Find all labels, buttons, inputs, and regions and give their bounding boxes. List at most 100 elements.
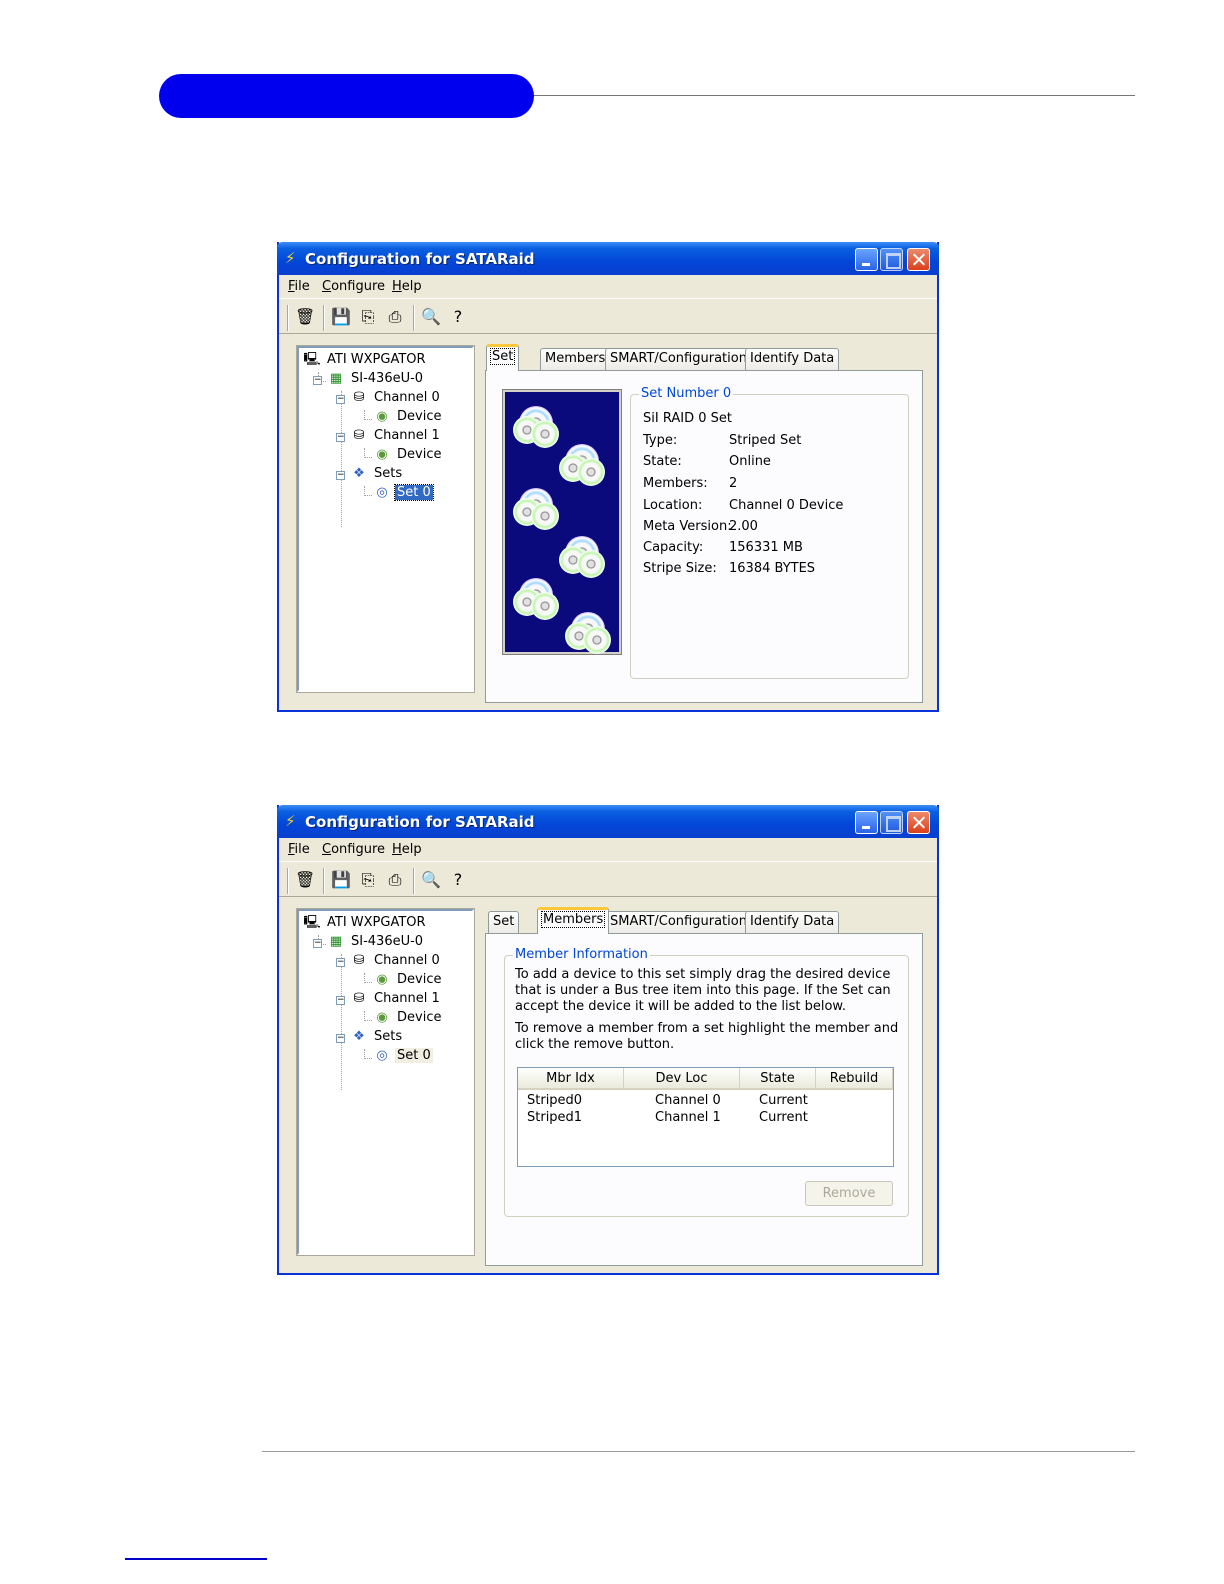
state-value: Online: [729, 454, 771, 469]
tree-item-controller[interactable]: ▦ SI-436eU-0: [327, 369, 425, 388]
section-header-rule: [534, 95, 1135, 96]
close-button[interactable]: [907, 811, 930, 834]
print-icon[interactable]: ⎙: [385, 307, 405, 327]
tab-members[interactable]: Members: [540, 348, 611, 370]
title-bar[interactable]: ⚡ Configuration for SATARaid: [277, 242, 939, 275]
copy-icon[interactable]: ⎘: [358, 307, 378, 327]
tree-item-computer[interactable]: 🖳 ATI WXPGATOR: [303, 913, 428, 932]
collapse-toggle[interactable]: −: [336, 471, 345, 480]
collapse-toggle[interactable]: −: [336, 996, 345, 1005]
minimize-button[interactable]: [855, 248, 878, 271]
table-row-1-mbr-idx[interactable]: Striped1: [527, 1110, 582, 1125]
collapse-toggle[interactable]: −: [313, 939, 322, 948]
table-row-0-mbr-idx[interactable]: Striped0: [527, 1093, 582, 1108]
rescan-icon[interactable]: 🗑: [295, 307, 315, 327]
disk-set-icon: ◎: [376, 485, 388, 500]
disk-device-icon: ◉: [376, 447, 388, 462]
menu-configure[interactable]: Configure: [322, 842, 385, 857]
tree-item-channel-0-device[interactable]: ◉ Device: [373, 970, 443, 989]
remove-button[interactable]: Remove: [805, 1181, 893, 1206]
column-mbr-idx[interactable]: Mbr Idx: [518, 1068, 624, 1090]
tab-members[interactable]: Members: [537, 907, 610, 934]
maximize-button[interactable]: [880, 811, 903, 834]
raid-disc-artwork: [502, 389, 622, 655]
member-info-title: Member Information: [513, 947, 650, 962]
footer-underline: [125, 1558, 267, 1560]
collapse-toggle[interactable]: −: [336, 958, 345, 967]
table-row-0-state[interactable]: Current: [759, 1093, 808, 1108]
help-icon[interactable]: ?: [448, 307, 468, 327]
menu-file[interactable]: File: [288, 279, 310, 294]
tab-smart-configuration[interactable]: SMART/Configuration: [605, 911, 752, 933]
collapse-toggle[interactable]: −: [336, 1034, 345, 1043]
window-title: Configuration for SATARaid: [305, 250, 535, 268]
disc-icon: [559, 536, 605, 578]
members-list[interactable]: Mbr Idx Dev Loc State Rebuild Striped0 C…: [517, 1067, 894, 1167]
tree-item-channel-0-device[interactable]: ◉ Device: [373, 407, 443, 426]
disc-icon: [513, 406, 559, 448]
menu-help[interactable]: Help: [392, 279, 422, 294]
tree-item-channel-1-device[interactable]: ◉ Device: [373, 445, 443, 464]
capacity-value: 156331 MB: [729, 540, 803, 555]
rescan-icon[interactable]: 🗑: [295, 870, 315, 890]
tab-set[interactable]: Set: [486, 344, 520, 371]
minimize-button[interactable]: [855, 811, 878, 834]
tree-item-channel-1[interactable]: ⛁ Channel 1: [350, 989, 442, 1008]
window-title: Configuration for SATARaid: [305, 813, 535, 831]
maximize-button[interactable]: [880, 248, 903, 271]
copy-icon[interactable]: ⎘: [358, 870, 378, 890]
print-icon[interactable]: ⎙: [385, 870, 405, 890]
toolbar-separator: [323, 868, 325, 894]
tree-item-sets[interactable]: ❖ Sets: [350, 1027, 404, 1046]
section-header-pill: [159, 74, 534, 118]
tree-item-set-0[interactable]: ◎ Set 0: [373, 1046, 433, 1065]
menu-file[interactable]: File: [288, 842, 310, 857]
column-rebuild[interactable]: Rebuild: [816, 1068, 893, 1090]
tab-identify-data[interactable]: Identify Data: [745, 348, 840, 370]
tree-item-channel-1-device[interactable]: ◉ Device: [373, 1008, 443, 1027]
drive-channel-icon: ⛁: [353, 390, 365, 405]
device-tree[interactable]: 🖳 ATI WXPGATOR − ▦ SI-436eU-0 − ⛁ Channel 0…: [296, 345, 475, 693]
table-row-1-state[interactable]: Current: [759, 1110, 808, 1125]
menu-help[interactable]: Help: [392, 842, 422, 857]
toolbar: 🗑 💾 ⎘ ⎙ 🔍 ?: [279, 861, 937, 897]
device-tree[interactable]: 🖳 ATI WXPGATOR − ▦ SI-436eU-0 − ⛁ Channel 0…: [296, 908, 475, 1256]
tab-set[interactable]: Set: [488, 911, 520, 933]
collapse-toggle[interactable]: −: [313, 376, 322, 385]
drive-channel-icon: ⛁: [353, 428, 365, 443]
save-icon[interactable]: 💾: [331, 870, 351, 890]
table-row-1-dev-loc[interactable]: Channel 1: [655, 1110, 721, 1125]
meta-version-value: 2.00: [729, 519, 758, 534]
tab-identify-data[interactable]: Identify Data: [745, 911, 840, 933]
sataraid-window-members-tab: ⚡ Configuration for SATARaid File Config…: [277, 805, 939, 1275]
toolbar-separator: [413, 305, 415, 331]
title-bar[interactable]: ⚡ Configuration for SATARaid: [277, 805, 939, 838]
table-row-0-dev-loc[interactable]: Channel 0: [655, 1093, 721, 1108]
tree-item-computer[interactable]: 🖳 ATI WXPGATOR: [303, 350, 428, 369]
add-device-instructions: To add a device to this set simply drag …: [515, 967, 891, 1014]
collapse-toggle[interactable]: −: [336, 395, 345, 404]
tree-item-sets[interactable]: ❖ Sets: [350, 464, 404, 483]
type-value: Striped Set: [729, 433, 802, 448]
disk-device-icon: ◉: [376, 972, 388, 987]
collapse-toggle[interactable]: −: [336, 433, 345, 442]
set-number-title: Set Number 0: [639, 386, 734, 401]
app-icon: ⚡: [285, 812, 296, 830]
tree-item-controller[interactable]: ▦ SI-436eU-0: [327, 932, 425, 951]
help-icon[interactable]: ?: [448, 870, 468, 890]
location-value: Channel 0 Device: [729, 498, 844, 513]
column-state[interactable]: State: [740, 1068, 816, 1090]
save-icon[interactable]: 💾: [331, 307, 351, 327]
tab-smart-configuration[interactable]: SMART/Configuration: [605, 348, 752, 370]
type-label: Type:: [643, 433, 678, 448]
close-button[interactable]: [907, 248, 930, 271]
raid-card-icon: ▦: [329, 371, 343, 386]
tree-item-channel-0[interactable]: ⛁ Channel 0: [350, 951, 442, 970]
tree-item-channel-0[interactable]: ⛁ Channel 0: [350, 388, 442, 407]
tree-item-channel-1[interactable]: ⛁ Channel 1: [350, 426, 442, 445]
column-dev-loc[interactable]: Dev Loc: [624, 1068, 740, 1090]
find-icon[interactable]: 🔍: [421, 870, 441, 890]
menu-configure[interactable]: Configure: [322, 279, 385, 294]
find-icon[interactable]: 🔍: [421, 307, 441, 327]
tree-item-set-0[interactable]: ◎ Set 0: [373, 483, 434, 502]
